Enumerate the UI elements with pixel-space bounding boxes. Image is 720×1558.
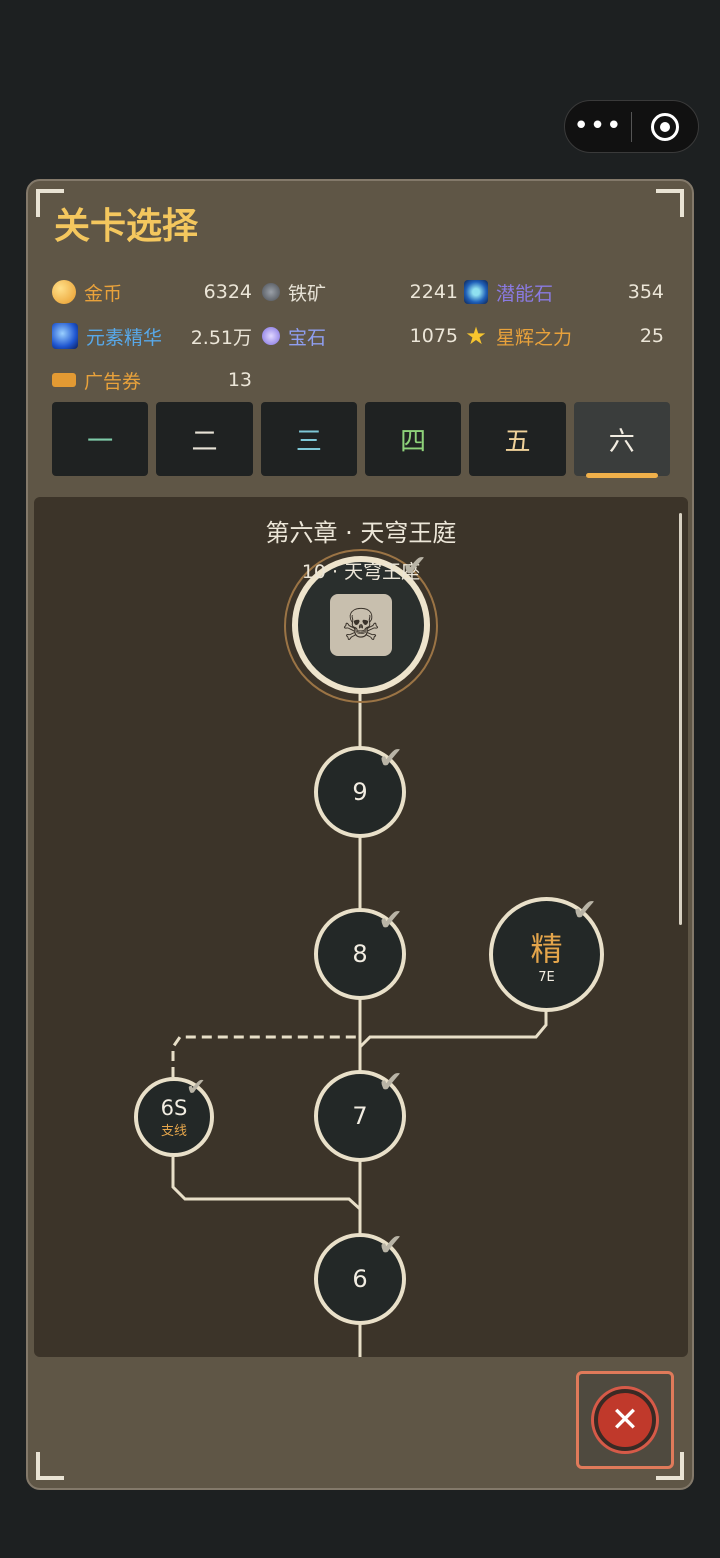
resource-potential-stone: 潜能石 354 [464,277,664,307]
potential-stone-icon [464,280,488,304]
tab-chapter-2[interactable]: 二 [156,402,253,476]
check-icon: ✔ [378,1228,404,1263]
gold-coin-icon [52,280,76,304]
miniprogram-capsule: ••• [564,100,699,153]
tab-chapter-6[interactable]: 六 [573,402,670,478]
active-tab-indicator [585,473,658,478]
ticket-icon [52,373,76,387]
check-icon: ✔ [402,549,428,584]
tab-chapter-1[interactable]: 一 [52,402,149,476]
iron-ore-icon [262,283,280,301]
chapter-title: 第六章 · 天穹王庭 [265,519,457,547]
corner-decoration [36,1452,64,1480]
chapter-tabs: 一 二 三 四 五 六 [52,402,670,478]
skull-crown-icon: ☠ [330,594,392,656]
resource-gold: 金币 6324 [52,277,252,307]
resource-star-power: ★ 星辉之力 25 [465,322,664,350]
close-icon: ✕ [594,1389,656,1451]
check-icon: ✔ [186,1073,207,1101]
resource-element-essence: 元素精华 2.51万 [52,321,252,351]
tab-chapter-4[interactable]: 四 [364,402,462,476]
page-title: 关卡选择 [54,206,199,247]
element-essence-icon [52,323,78,349]
check-icon: ✔ [378,1065,404,1100]
gem-icon [262,327,280,345]
close-button[interactable]: ✕ [576,1371,674,1469]
check-icon: ✔ [378,741,404,776]
corner-decoration [656,189,684,217]
star-icon: ★ [465,322,487,350]
tab-chapter-5[interactable]: 五 [469,402,566,476]
boss-level-label: 10 · 天穹王座 [301,561,421,583]
resource-ad-ticket: 广告券 13 [52,365,252,395]
more-icon[interactable]: ••• [565,100,631,153]
check-icon: ✔ [572,893,598,928]
close-miniprogram-icon[interactable] [632,112,698,141]
level-select-panel: 关卡选择 金币 6324 铁矿 2241 潜能石 354 元素精华 2.51万 … [26,179,694,1490]
resource-gem: 宝石 1075 [262,321,458,351]
tab-chapter-3[interactable]: 三 [260,402,357,476]
level-map[interactable]: 第六章 · 天穹王庭 ☠ 10 · 天穹王座 ✔ 9 ✔ 8 ✔ 精 7E ✔ … [34,497,688,1357]
resource-iron: 铁矿 2241 [262,277,458,307]
check-icon: ✔ [378,903,404,938]
